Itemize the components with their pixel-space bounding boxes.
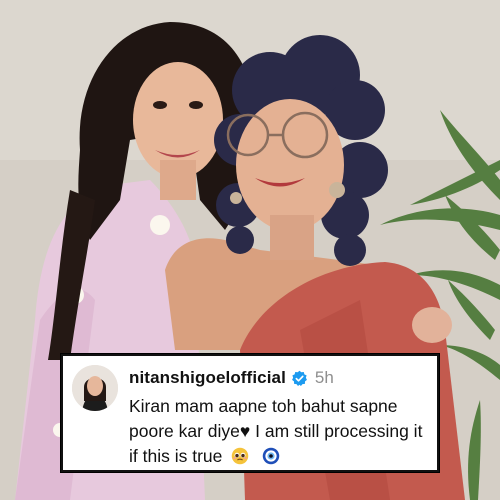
comment-header: nitanshigoelofficial 5h (129, 367, 334, 389)
verified-badge-icon (291, 370, 307, 386)
nazar-amulet-emoji (262, 447, 280, 465)
avatar-image (72, 365, 118, 411)
photo-scene: nitanshigoelofficial 5h Kiran mam aapne … (0, 0, 500, 500)
username[interactable]: nitanshigoelofficial (129, 368, 286, 388)
comment-card: nitanshigoelofficial 5h Kiran mam aapne … (61, 354, 439, 472)
avatar[interactable] (72, 365, 118, 411)
heart-icon: ♥ (239, 421, 251, 441)
pleading-face-emoji (232, 447, 249, 465)
comment-text: Kiran mam aapne toh bahut sapne poore ka… (129, 394, 429, 469)
comment-timestamp: 5h (314, 368, 334, 387)
